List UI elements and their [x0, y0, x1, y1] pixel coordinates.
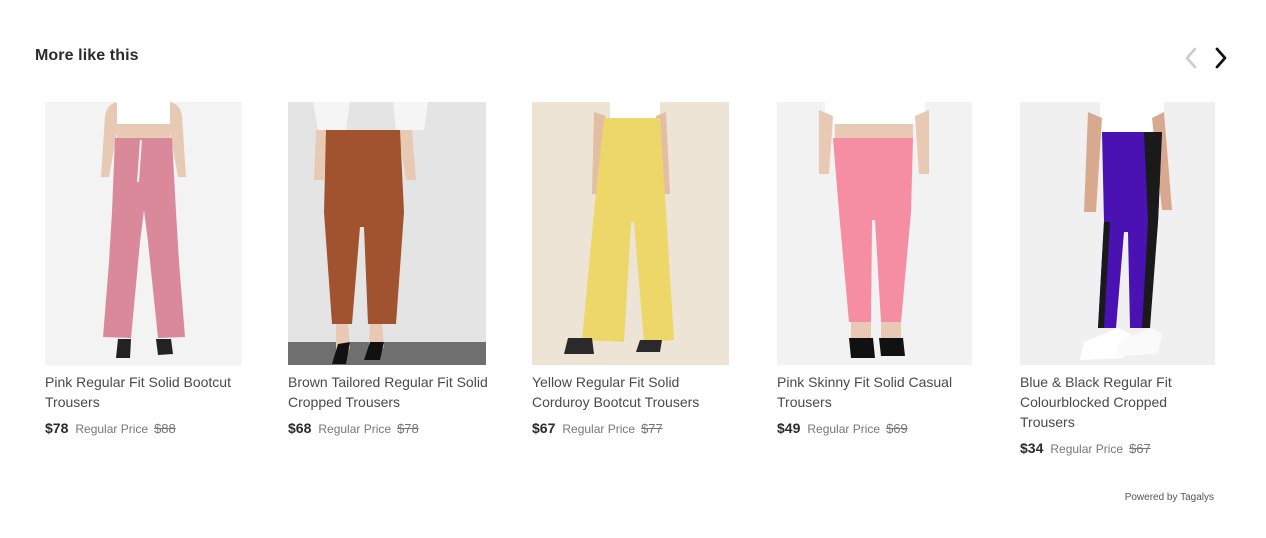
price-row: $67 Regular Price $77	[532, 420, 737, 436]
carousel-nav	[1178, 44, 1234, 72]
product-name[interactable]: Yellow Regular Fit Solid Corduroy Bootcu…	[532, 372, 732, 412]
price-row: $49 Regular Price $69	[777, 420, 982, 436]
sale-price: $78	[45, 420, 69, 436]
regular-price: $78	[397, 421, 419, 436]
product-name[interactable]: Blue & Black Regular Fit Colourblocked C…	[1020, 372, 1220, 432]
product-name[interactable]: Pink Skinny Fit Solid Casual Trousers	[777, 372, 977, 412]
sale-price: $34	[1020, 440, 1044, 456]
regular-price-label: Regular Price	[807, 422, 881, 436]
regular-price: $88	[154, 421, 176, 436]
product-image[interactable]	[45, 102, 242, 365]
regular-price-label: Regular Price	[562, 422, 636, 436]
product-card: Pink Skinny Fit Solid Casual Trousers $4…	[777, 102, 982, 436]
chevron-left-icon	[1185, 47, 1197, 69]
product-card: Pink Regular Fit Solid Bootcut Trousers …	[45, 102, 250, 436]
regular-price-label: Regular Price	[318, 422, 392, 436]
carousel-next-button[interactable]	[1208, 44, 1234, 72]
price-row: $78 Regular Price $88	[45, 420, 250, 436]
product-image[interactable]	[532, 102, 729, 365]
product-card: Brown Tailored Regular Fit Solid Cropped…	[288, 102, 493, 436]
chevron-right-icon	[1215, 47, 1227, 69]
sale-price: $49	[777, 420, 801, 436]
sale-price: $67	[532, 420, 556, 436]
product-image[interactable]	[1020, 102, 1215, 365]
product-card: Yellow Regular Fit Solid Corduroy Bootcu…	[532, 102, 737, 436]
product-name[interactable]: Pink Regular Fit Solid Bootcut Trousers	[45, 372, 245, 412]
product-name[interactable]: Brown Tailored Regular Fit Solid Cropped…	[288, 372, 488, 412]
powered-by-text[interactable]: Powered by Tagalys	[1125, 492, 1214, 503]
section-title: More like this	[35, 47, 139, 64]
sale-price: $68	[288, 420, 312, 436]
regular-price: $69	[886, 421, 908, 436]
product-image[interactable]	[288, 102, 486, 365]
price-row: $34 Regular Price $67	[1020, 440, 1225, 456]
price-row: $68 Regular Price $78	[288, 420, 493, 436]
regular-price: $67	[1129, 441, 1151, 456]
carousel-prev-button[interactable]	[1178, 44, 1204, 72]
regular-price-label: Regular Price	[75, 422, 149, 436]
product-image[interactable]	[777, 102, 972, 365]
regular-price-label: Regular Price	[1050, 442, 1124, 456]
product-card: Blue & Black Regular Fit Colourblocked C…	[1020, 102, 1225, 456]
regular-price: $77	[641, 421, 663, 436]
